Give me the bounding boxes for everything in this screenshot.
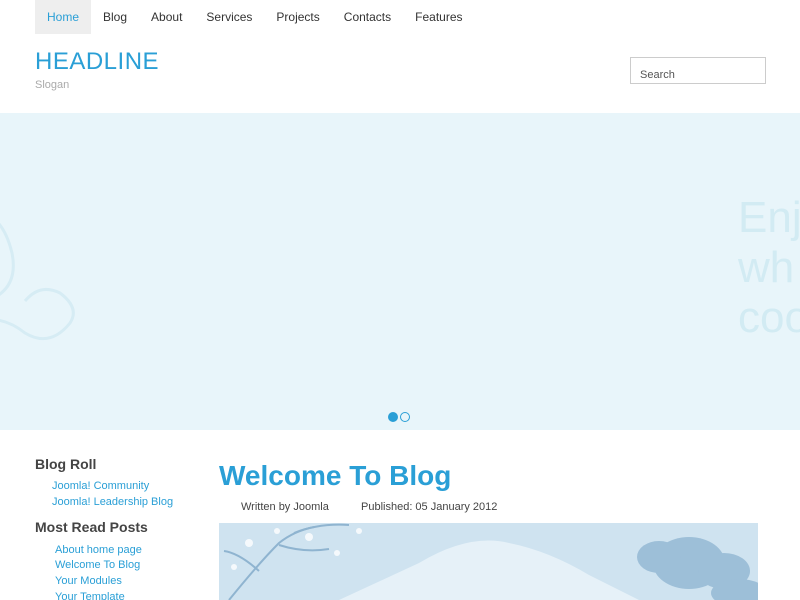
nav-item-about[interactable]: About	[139, 0, 194, 34]
site-headline[interactable]: HEADLINE	[35, 48, 159, 76]
nav-item-services[interactable]: Services	[194, 0, 264, 34]
article-title[interactable]: Welcome To Blog	[219, 460, 451, 492]
article-image	[219, 523, 758, 600]
most-read-link[interactable]: Your Template	[55, 591, 125, 600]
nav-item-home[interactable]: Home	[35, 0, 92, 34]
slide-dot-1[interactable]	[388, 412, 398, 422]
slide-dot-2[interactable]	[400, 412, 410, 422]
slideshow-banner: Enj wh coo	[0, 113, 800, 430]
most-read-heading: Most Read Posts	[35, 519, 148, 535]
most-read-link[interactable]: Welcome To Blog	[55, 559, 140, 571]
blog-roll-link[interactable]: Joomla! Leadership Blog	[52, 496, 173, 508]
nav-item-blog[interactable]: Blog	[91, 0, 139, 34]
blog-roll-link[interactable]: Joomla! Community	[52, 480, 149, 492]
slide-caption-line: coo	[738, 293, 800, 342]
slideshow-pagination	[388, 412, 410, 422]
slide-caption-line: Enj	[738, 193, 800, 242]
nav-item-features[interactable]: Features	[403, 0, 474, 34]
most-read-link[interactable]: About home page	[55, 544, 142, 556]
article-published-date: Published: 05 January 2012	[361, 501, 498, 513]
cloud-illustration	[0, 222, 75, 341]
slide-caption: Enj wh coo	[738, 193, 800, 343]
most-read-link[interactable]: Your Modules	[55, 575, 122, 587]
article-author: Written by Joomla	[241, 501, 329, 513]
site-slogan: Slogan	[35, 79, 70, 91]
slide-caption-line: wh	[738, 243, 795, 292]
blog-roll-heading: Blog Roll	[35, 456, 97, 472]
nav-item-contacts[interactable]: Contacts	[332, 0, 403, 34]
nav-item-projects[interactable]: Projects	[264, 0, 331, 34]
landscape-illustration	[219, 523, 758, 600]
search-input[interactable]	[630, 57, 766, 84]
main-nav: Home Blog About Services Projects Contac…	[35, 0, 475, 34]
